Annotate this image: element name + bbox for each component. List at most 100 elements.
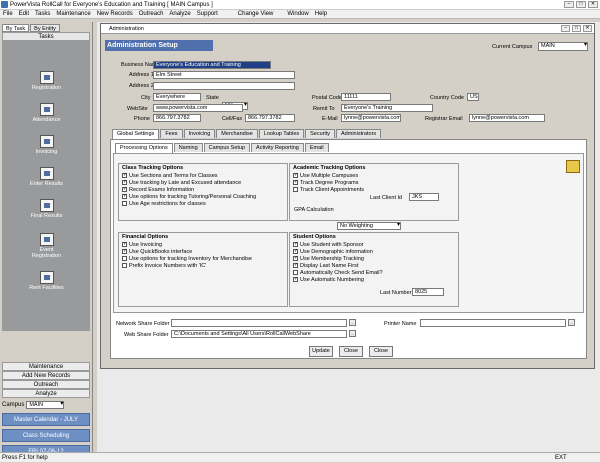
checkbox-box[interactable]: ✓ bbox=[122, 187, 127, 192]
child-minimize-icon[interactable]: – bbox=[561, 25, 570, 32]
address1-field[interactable]: Elm Street bbox=[153, 71, 295, 79]
printer-browse-icon[interactable]: … bbox=[568, 319, 575, 326]
address2-field[interactable] bbox=[153, 82, 295, 90]
last-number-field[interactable]: 8025 bbox=[412, 288, 444, 296]
menu-outreach[interactable]: Outreach bbox=[139, 10, 164, 18]
sidebar-item-enter-results[interactable]: Enter Results bbox=[2, 167, 91, 187]
checkbox-age-restrictions[interactable]: Use Age restrictions for classes bbox=[119, 200, 287, 207]
tab-invoicing[interactable]: Invoicing bbox=[183, 129, 216, 138]
minimize-icon[interactable]: – bbox=[564, 1, 574, 8]
checkbox-box[interactable]: ✓ bbox=[293, 256, 298, 261]
class-scheduling-button[interactable]: Class Scheduling bbox=[2, 429, 90, 442]
tab-merchandise[interactable]: Merchandise bbox=[216, 129, 258, 138]
close-small-button[interactable]: Close bbox=[339, 346, 363, 357]
remit-to-field[interactable]: Everyone's Training bbox=[341, 104, 433, 112]
checkbox-late-excused[interactable]: ✓ Use tracking by Late and Excused attend… bbox=[119, 179, 287, 186]
update-button[interactable]: Update bbox=[309, 346, 333, 357]
checkbox-box[interactable]: ✓ bbox=[122, 173, 127, 178]
menu-maintenance[interactable]: Maintenance bbox=[56, 10, 90, 18]
checkbox-box[interactable] bbox=[122, 256, 127, 261]
checkbox-box[interactable]: ✓ bbox=[293, 173, 298, 178]
city-field[interactable]: Everywhere bbox=[153, 93, 201, 101]
menu-support[interactable]: Support bbox=[197, 10, 218, 18]
checkbox-multiple-campuses[interactable]: ✓ Use Multiple Campuses bbox=[290, 172, 458, 179]
close-button[interactable]: Close bbox=[369, 346, 393, 357]
checkbox-box[interactable]: ✓ bbox=[122, 194, 127, 199]
website-field[interactable]: www.powervista.com bbox=[153, 104, 243, 112]
cell-fax-field[interactable]: 866.797.3782 bbox=[245, 114, 295, 122]
checkbox-last-name-first[interactable]: ✓ Display Last Name First bbox=[290, 262, 458, 269]
checkbox-auto-numbering[interactable]: ✓ Use Automatic Numbering bbox=[290, 276, 458, 283]
checkbox-box[interactable] bbox=[122, 263, 127, 268]
checkbox-box[interactable]: ✓ bbox=[293, 180, 298, 185]
business-name-field[interactable]: Everyone's Education and Training bbox=[153, 61, 271, 69]
current-campus-select[interactable]: MAIN bbox=[538, 42, 588, 51]
close-icon[interactable]: ✕ bbox=[588, 1, 598, 8]
network-share-field[interactable] bbox=[171, 319, 347, 327]
checkbox-box[interactable] bbox=[293, 270, 298, 275]
sidebar-group-analyze[interactable]: Analyze bbox=[2, 389, 90, 398]
checkbox-degree-programs[interactable]: ✓ Track Degree Programs bbox=[290, 179, 458, 186]
master-calendar-button[interactable]: Master Calendar - JULY bbox=[2, 413, 90, 426]
checkbox-box[interactable]: ✓ bbox=[122, 249, 127, 254]
checkbox-student-sponsor[interactable]: ✓ Use Student with Sponsor bbox=[290, 241, 458, 248]
subtab-email[interactable]: Email bbox=[304, 143, 329, 152]
tab-administrators[interactable]: Administrators bbox=[336, 129, 382, 138]
menu-help[interactable]: Help bbox=[315, 10, 327, 18]
network-share-browse-icon[interactable]: … bbox=[349, 319, 356, 326]
email-field[interactable]: lynne@powervista.com bbox=[341, 114, 401, 122]
wrench-icon[interactable] bbox=[566, 160, 580, 173]
menu-window[interactable]: Window bbox=[287, 10, 308, 18]
menu-new-records[interactable]: New Records bbox=[97, 10, 133, 18]
checkbox-box[interactable]: ✓ bbox=[293, 263, 298, 268]
tab-security[interactable]: Security bbox=[305, 129, 336, 138]
checkbox-prefix-invoice[interactable]: Prefix Invoice Numbers with 'IC' bbox=[119, 262, 287, 269]
sidebar-item-invoicing[interactable]: Invoicing bbox=[2, 135, 91, 155]
checkbox-demographic[interactable]: ✓ Use Demographic information bbox=[290, 248, 458, 255]
printer-name-field[interactable] bbox=[420, 319, 566, 327]
tab-fees[interactable]: Fees bbox=[160, 129, 183, 138]
subtab-campus-setup[interactable]: Campus Setup bbox=[203, 143, 251, 152]
postal-code-field[interactable]: 11111 bbox=[341, 93, 391, 101]
checkbox-box[interactable]: ✓ bbox=[122, 242, 127, 247]
checkbox-tutoring[interactable]: ✓ Use options for tracking Tutoring/Perso… bbox=[119, 193, 287, 200]
sidebar-item-attendance[interactable]: Attendance bbox=[2, 103, 91, 123]
sidebar-item-registration[interactable]: Registration bbox=[2, 71, 91, 91]
checkbox-use-invoicing[interactable]: ✓ Use Invoicing bbox=[119, 241, 287, 248]
checkbox-client-appointments[interactable]: Track Client Appointments bbox=[290, 186, 458, 193]
registrar-email-field[interactable]: lynne@powervista.com bbox=[469, 114, 545, 122]
last-client-id-field[interactable]: JKS bbox=[409, 193, 439, 201]
subtab-activity-reporting[interactable]: Activity Reporting bbox=[251, 143, 304, 152]
subtab-naming[interactable]: Naming bbox=[173, 143, 203, 152]
checkbox-box[interactable] bbox=[122, 201, 127, 206]
checkbox-send-email[interactable]: Automatically Check Send Email? bbox=[290, 269, 458, 276]
menu-change-view[interactable]: Change View bbox=[238, 10, 274, 18]
sidebar-group-add-new-records[interactable]: Add New Records bbox=[2, 371, 90, 380]
sidebar-item-rent-facilities[interactable]: Rent Facilities bbox=[2, 271, 91, 291]
web-share-field[interactable]: C:\Documents and Settings\All Users\Roll… bbox=[171, 330, 347, 338]
sidebar-item-final-results[interactable]: Final Results bbox=[2, 199, 91, 219]
menu-edit[interactable]: Edit bbox=[19, 10, 29, 18]
gpa-calculation-select[interactable]: No Weighting bbox=[337, 222, 401, 230]
menu-analyze[interactable]: Analyze bbox=[169, 10, 190, 18]
child-restore-icon[interactable]: □ bbox=[572, 25, 581, 32]
checkbox-membership[interactable]: ✓ Use Membership Tracking bbox=[290, 255, 458, 262]
subtab-processing-options[interactable]: Processing Options bbox=[115, 143, 173, 153]
checkbox-box[interactable] bbox=[293, 187, 298, 192]
checkbox-box[interactable]: ✓ bbox=[293, 249, 298, 254]
checkbox-quickbooks[interactable]: ✓ Use QuickBooks interface bbox=[119, 248, 287, 255]
campus-select[interactable]: MAIN bbox=[26, 401, 65, 409]
sidebar-group-maintenance[interactable]: Maintenance bbox=[2, 362, 90, 371]
sidebar-item-event-registration[interactable]: Event Registration bbox=[2, 233, 91, 259]
country-code-field[interactable]: US bbox=[467, 93, 479, 101]
checkbox-inventory[interactable]: Use options for tracking Inventory for M… bbox=[119, 255, 287, 262]
menu-file[interactable]: File bbox=[3, 10, 13, 18]
maximize-icon[interactable]: □ bbox=[576, 1, 586, 8]
tab-by-entity[interactable]: By Entity bbox=[30, 24, 60, 32]
phone-field[interactable]: 866.797.3782 bbox=[153, 114, 201, 122]
tab-global-settings[interactable]: Global Settings bbox=[112, 129, 160, 139]
checkbox-box[interactable]: ✓ bbox=[122, 180, 127, 185]
tab-lookup-tables[interactable]: Lookup Tables bbox=[258, 129, 305, 138]
menu-tasks[interactable]: Tasks bbox=[35, 10, 50, 18]
checkbox-box[interactable]: ✓ bbox=[293, 242, 298, 247]
